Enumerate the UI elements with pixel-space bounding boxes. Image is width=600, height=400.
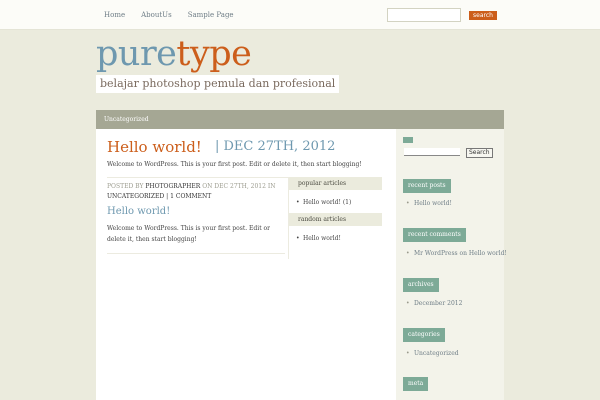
main-content: Hello world! | DEC 27TH, 2012 Welcome to… — [96, 129, 396, 400]
sidebar-search-input[interactable] — [404, 148, 460, 156]
categories-heading: categories — [403, 328, 445, 342]
right-sidebar: Search recent posts Hello world! recent … — [396, 129, 507, 400]
logo-text-pure: pure — [96, 34, 177, 74]
random-article-link[interactable]: Hello world! — [296, 234, 341, 243]
recent-comments-heading: recent comments — [403, 228, 466, 242]
archive-link[interactable]: December 2012 — [406, 299, 462, 308]
inner-widgets: popular articles Hello world! (1) random… — [288, 177, 382, 259]
post-excerpt: Welcome to WordPress. This is your first… — [107, 161, 362, 168]
post-meta-links: UNCATEGORIZED | 1 COMMENT — [107, 192, 211, 201]
post-meta: POSTED BY PHOTOGRAPHER ON DEC 27TH, 2012… — [107, 182, 287, 191]
site-tagline: belajar photoshop pemula dan profesional — [96, 75, 340, 93]
main-nav: Home AboutUs Sample Page — [96, 0, 242, 30]
recent-comment-link[interactable]: Mr WordPress on Hello world! — [406, 249, 507, 258]
post-date: | DEC 27TH, 2012 — [215, 139, 336, 154]
category-link[interactable]: UNCATEGORIZED — [107, 193, 164, 200]
meta-separator: | — [166, 193, 169, 200]
top-search-button[interactable]: search — [469, 11, 497, 20]
sidebar-category-link[interactable]: Uncategorized — [406, 349, 459, 358]
nav-sample-page-link[interactable]: Sample Page — [180, 0, 242, 30]
popular-articles-heading: popular articles — [289, 177, 382, 190]
category-uncategorized-link[interactable]: Uncategorized — [104, 110, 149, 129]
posted-on-label: ON DEC 27TH, 2012 IN — [202, 183, 276, 190]
top-search-input[interactable] — [387, 8, 461, 22]
sidebar-search-button[interactable]: Search — [466, 148, 493, 158]
recent-posts-heading: recent posts — [403, 179, 451, 193]
nav-aboutus-link[interactable]: AboutUs — [133, 0, 180, 30]
nav-home-link[interactable]: Home — [96, 0, 133, 30]
post2-title[interactable]: Hello world! — [107, 205, 170, 219]
recent-post-link[interactable]: Hello world! — [406, 199, 452, 208]
divider — [107, 177, 289, 178]
logo-text-type: type — [176, 34, 252, 74]
sidebar-search-tab — [403, 137, 413, 143]
author-link[interactable]: PHOTOGRAPHER — [145, 183, 200, 190]
top-bar: Home AboutUs Sample Page search — [0, 0, 600, 30]
site-logo[interactable]: puretype — [96, 34, 252, 74]
category-bar: Uncategorized — [96, 110, 504, 129]
popular-article-link[interactable]: Hello world! (1) — [296, 198, 351, 207]
posted-by-label: POSTED BY — [107, 183, 144, 190]
divider — [107, 253, 285, 254]
random-articles-heading: random articles — [289, 213, 382, 226]
comments-link[interactable]: 1 COMMENT — [170, 193, 211, 200]
archives-heading: archives — [403, 278, 439, 292]
meta-heading: meta — [403, 377, 429, 391]
post-title[interactable]: Hello world! — [107, 138, 202, 156]
post2-body: Welcome to WordPress. This is your first… — [107, 225, 270, 243]
